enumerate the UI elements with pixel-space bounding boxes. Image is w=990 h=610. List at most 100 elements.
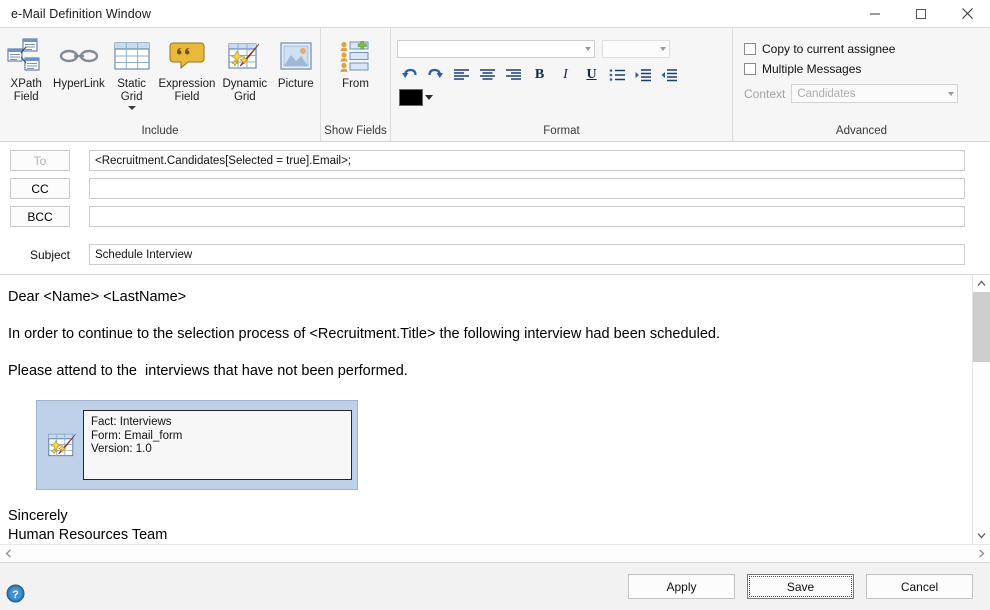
- ribbon-group-include: XPathField HyperLink: [0, 28, 320, 141]
- ribbon-group-show-fields: From Show Fields: [320, 28, 390, 141]
- cancel-button[interactable]: Cancel: [866, 574, 973, 599]
- font-size-combo[interactable]: [602, 40, 670, 58]
- font-family-combo[interactable]: [397, 40, 595, 58]
- align-left-button[interactable]: [449, 63, 474, 86]
- message-body-editor: Dear <Name> <LastName> In order to conti…: [0, 274, 990, 562]
- align-center-icon: [479, 68, 496, 82]
- button-label-line1: From: [342, 78, 369, 90]
- cc-input[interactable]: [89, 178, 965, 199]
- button-label-line1: HyperLink: [53, 78, 105, 90]
- help-button[interactable]: ?: [6, 584, 25, 606]
- maximize-button[interactable]: [898, 0, 944, 27]
- to-button[interactable]: To: [10, 150, 70, 171]
- align-center-button[interactable]: [475, 63, 500, 86]
- ribbon-toolbar: XPathField HyperLink: [0, 27, 990, 142]
- xpath-field-button[interactable]: XPathField: [2, 33, 50, 103]
- text-color-swatch[interactable]: [399, 89, 423, 106]
- help-icon: ?: [6, 592, 25, 606]
- chevron-down-icon[interactable]: [128, 106, 136, 110]
- align-right-button[interactable]: [501, 63, 526, 86]
- window-controls: [852, 0, 990, 27]
- chevron-down-icon[interactable]: [425, 95, 433, 100]
- copy-to-assignee-label: Copy to current assignee: [762, 42, 895, 56]
- to-input[interactable]: <Recruitment.Candidates[Selected = true]…: [89, 150, 965, 171]
- grid-form-line: Form: Email_form: [91, 430, 344, 444]
- button-label-line2: Grid: [234, 91, 256, 103]
- dynamic-grid-button[interactable]: DynamicGrid: [218, 33, 272, 103]
- button-label-line1: Picture: [278, 78, 314, 90]
- bcc-input[interactable]: [89, 206, 965, 227]
- dynamic-grid-icon: [227, 36, 263, 76]
- apply-button[interactable]: Apply: [628, 574, 735, 599]
- body-vertical-scrollbar[interactable]: [972, 275, 990, 544]
- underline-button[interactable]: U: [579, 63, 604, 86]
- button-label-line2: Grid: [121, 91, 143, 103]
- scroll-right-icon[interactable]: [973, 545, 990, 562]
- dynamic-grid-widget[interactable]: Fact: Interviews Form: Email_form Versio…: [36, 400, 358, 490]
- ribbon-group-label-show-fields: Show Fields: [321, 124, 390, 141]
- italic-icon: I: [563, 68, 568, 82]
- undo-icon: [401, 67, 418, 83]
- expression-field-button[interactable]: ExpressionField: [156, 33, 218, 103]
- save-button[interactable]: Save: [747, 574, 854, 599]
- subject-label: Subject: [10, 248, 70, 262]
- vertical-scroll-thumb[interactable]: [973, 292, 990, 362]
- grid-fact-line: Fact: Interviews: [91, 416, 344, 430]
- context-label: Context: [744, 87, 785, 101]
- scroll-left-icon[interactable]: [0, 545, 17, 562]
- from-field-icon: [339, 36, 373, 76]
- ribbon-group-label-include: Include: [0, 124, 320, 141]
- bcc-button[interactable]: BCC: [10, 206, 70, 227]
- copy-to-assignee-checkbox[interactable]: [744, 43, 756, 55]
- button-label-line1: Expression: [158, 78, 215, 90]
- multiple-messages-checkbox[interactable]: [744, 63, 756, 75]
- undo-button[interactable]: [397, 63, 422, 86]
- picture-button[interactable]: Picture: [272, 33, 320, 91]
- italic-button[interactable]: I: [553, 63, 578, 86]
- bcc-row: BCC: [0, 206, 990, 227]
- chevron-down-icon[interactable]: [585, 47, 591, 51]
- button-label-line1: Static: [117, 78, 146, 90]
- button-label-line2: Field: [14, 91, 39, 103]
- decrease-indent-icon: [661, 68, 678, 82]
- underline-icon: U: [586, 68, 596, 82]
- minimize-button[interactable]: [852, 0, 898, 27]
- body-content[interactable]: Dear <Name> <LastName> In order to conti…: [0, 275, 972, 544]
- bold-button[interactable]: B: [527, 63, 552, 86]
- increase-indent-icon: [635, 68, 652, 82]
- copy-to-assignee-row[interactable]: Copy to current assignee: [744, 42, 958, 56]
- multiple-messages-row[interactable]: Multiple Messages: [744, 62, 958, 76]
- dynamic-grid-info: Fact: Interviews Form: Email_form Versio…: [83, 410, 352, 480]
- body-paragraph-request: Please attend to the interviews that hav…: [8, 363, 972, 380]
- cc-row: CC: [0, 178, 990, 199]
- subject-input[interactable]: Schedule Interview: [89, 244, 965, 265]
- bold-icon: B: [535, 68, 544, 82]
- context-combo[interactable]: Candidates: [791, 84, 958, 103]
- decrease-indent-button[interactable]: [657, 63, 682, 86]
- body-horizontal-scrollbar[interactable]: [0, 544, 990, 562]
- context-row: Context Candidates: [744, 84, 958, 103]
- bullet-list-button[interactable]: [605, 63, 630, 86]
- email-definition-window: e-Mail Definition Window: [0, 0, 990, 610]
- hyperlink-button[interactable]: HyperLink: [50, 33, 107, 91]
- grid-version-line: Version: 1.0: [91, 443, 344, 457]
- from-field-button[interactable]: From: [328, 33, 384, 91]
- context-value: Candidates: [797, 88, 948, 100]
- align-left-icon: [453, 68, 470, 82]
- chevron-down-icon[interactable]: [948, 92, 954, 96]
- increase-indent-button[interactable]: [631, 63, 656, 86]
- footer-bar: ? Apply Save Cancel: [0, 562, 990, 610]
- svg-text:?: ?: [12, 589, 19, 601]
- window-title: e-Mail Definition Window: [0, 7, 151, 21]
- close-button[interactable]: [944, 0, 990, 27]
- cc-button[interactable]: CC: [10, 178, 70, 199]
- chevron-down-icon[interactable]: [660, 47, 666, 51]
- scroll-down-icon[interactable]: [973, 527, 990, 544]
- redo-button[interactable]: [423, 63, 448, 86]
- xpath-field-icon: [7, 36, 45, 76]
- redo-icon: [427, 67, 444, 83]
- body-paragraph-greeting: Dear <Name> <LastName>: [8, 289, 972, 306]
- scroll-up-icon[interactable]: [973, 275, 990, 292]
- vertical-scroll-track[interactable]: [973, 292, 990, 527]
- static-grid-button[interactable]: StaticGrid: [107, 33, 155, 110]
